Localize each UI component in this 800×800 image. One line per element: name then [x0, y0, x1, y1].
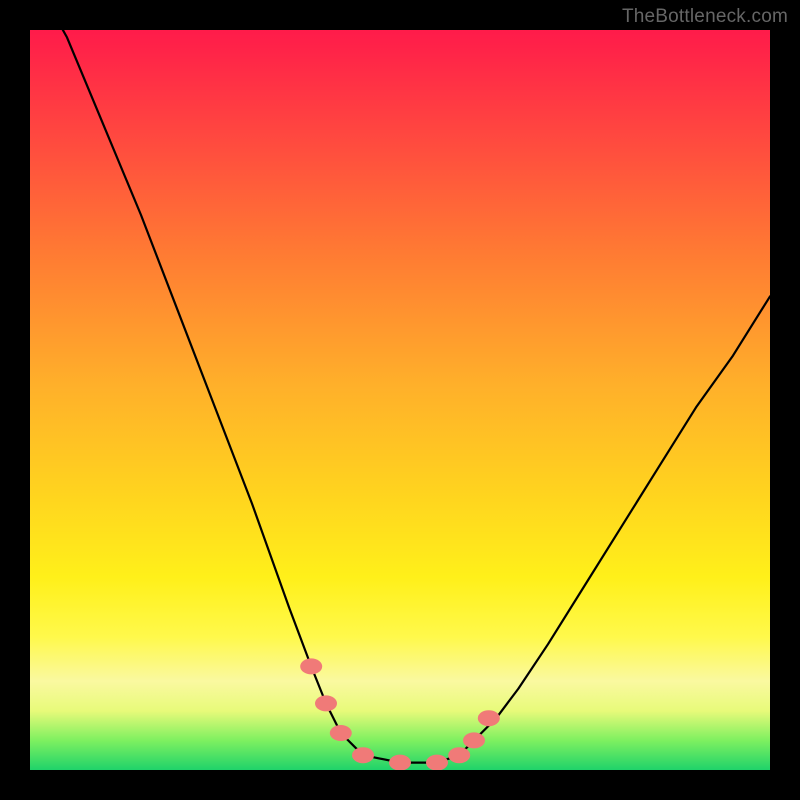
- marker-dot: [352, 747, 374, 763]
- marker-dot: [389, 755, 411, 770]
- marker-dot: [300, 658, 322, 674]
- marker-dot: [448, 747, 470, 763]
- chart-frame: TheBottleneck.com: [0, 0, 800, 800]
- watermark-text: TheBottleneck.com: [622, 6, 788, 28]
- marker-dot: [315, 695, 337, 711]
- marker-dot: [478, 710, 500, 726]
- marker-dot: [330, 725, 352, 741]
- chart-svg: [30, 30, 770, 770]
- plot-area: [30, 30, 770, 770]
- bottleneck-curve: [30, 30, 770, 763]
- highlight-markers: [300, 658, 500, 770]
- marker-dot: [426, 755, 448, 770]
- marker-dot: [463, 732, 485, 748]
